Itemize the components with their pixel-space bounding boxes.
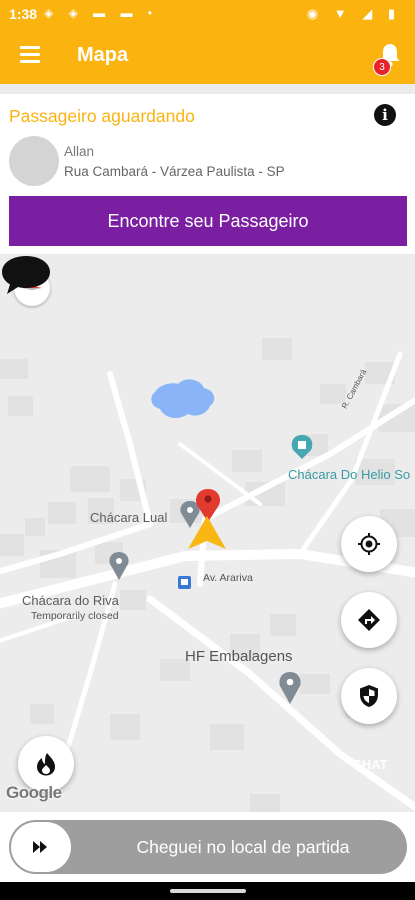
security-button[interactable] [341,668,397,724]
status-bar: 1:38 ◈ ◈ ▬ ▬ • ◉ ▼ ◢ ▮ [0,0,415,28]
ride-card: Passageiro aguardando i Allan Rua Cambar… [0,94,415,254]
ride-status: Passageiro aguardando [9,106,195,126]
directions-button[interactable] [341,592,397,648]
status-time: 1:38 [9,6,38,22]
shield-icon [360,685,378,707]
chat-label: CHAT [352,757,388,772]
system-icons: ◉ ▼ ◢ ▮ [306,6,401,21]
slider-label: Cheguei no local de partida [136,837,350,857]
map-label-temporarily-closed: Temporarily closed [31,610,119,622]
home-handle[interactable] [170,889,246,893]
passenger-address: Rua Cambará - Várzea Paulista - SP [64,164,285,179]
notification-icons: ◈ ◈ ▬ ▬ • [44,6,158,20]
map-view[interactable]: Chácara Do Helio So Chácara Lual Av. Ara… [0,254,415,882]
map-label-chacara-riva: Chácara do Riva [22,593,119,608]
fast-forward-icon [33,841,47,853]
system-nav-bar [0,882,415,900]
crosshair-icon [358,533,380,555]
map-label-chacara-lual: Chácara Lual [90,510,168,525]
my-location-button[interactable] [341,516,397,572]
chat-icon[interactable] [0,254,52,298]
notification-badge: 3 [373,58,391,76]
passenger-name: Allan [64,144,95,159]
menu-icon[interactable] [20,46,40,63]
directions-icon [358,609,380,631]
map-label-chacara-helio: Chácara Do Helio So [288,467,411,482]
bottom-panel: Cheguei no local de partida [0,812,415,882]
map-label-av-arariva: Av. Arariva [203,572,253,584]
find-passenger-button[interactable]: Encontre seu Passageiro [9,196,407,246]
page-title: Mapa [77,44,129,66]
slider-handle[interactable] [11,822,71,872]
app-bar: Mapa 3 [0,28,415,84]
info-icon[interactable]: i [374,104,396,126]
google-logo: Google [6,783,62,802]
avatar [9,136,59,186]
arrival-slider[interactable]: Cheguei no local de partida [9,820,407,874]
map-label-hf-embalagens: HF Embalagens [185,648,293,665]
